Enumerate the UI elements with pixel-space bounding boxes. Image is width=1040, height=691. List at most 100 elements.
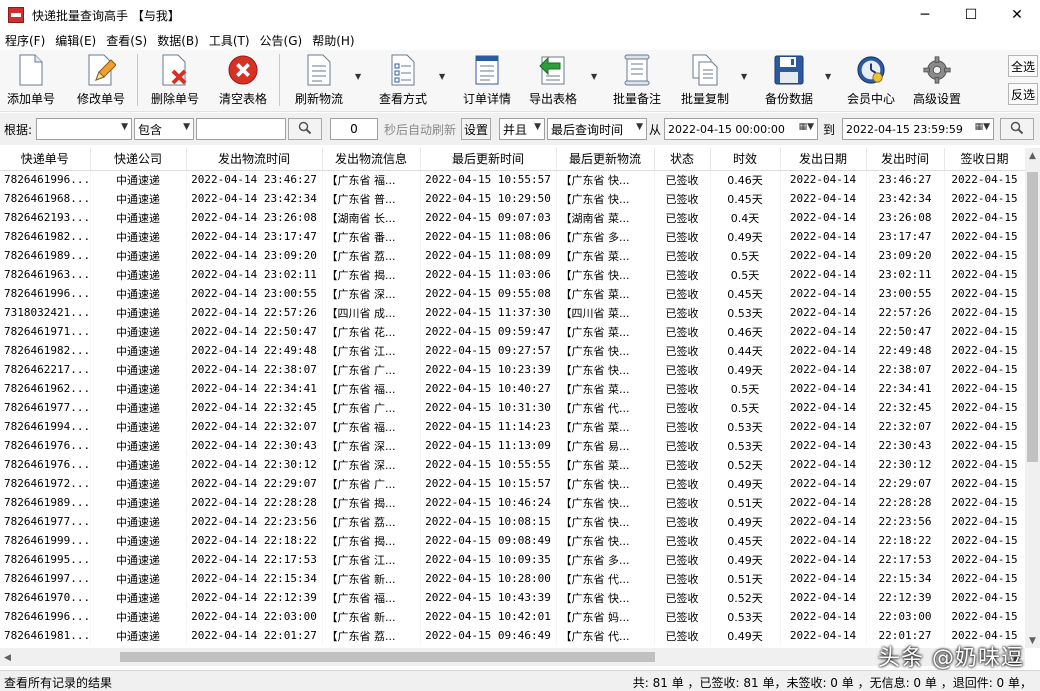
- table-row[interactable]: 7826461996... 中通速递 2022-04-14 23:46:27 【广东省…: [0, 170, 1025, 189]
- horizontal-scrollbar[interactable]: ◀ ▶: [0, 648, 1025, 666]
- table-row[interactable]: 7826461999... 中通速递 2022-04-14 22:18:22 【广东省…: [0, 531, 1025, 550]
- window-title: 快递批量查询高手 【与我】: [32, 8, 180, 23]
- from-date-picker[interactable]: 2022-04-15 00:00:00 ▦▼: [664, 118, 818, 140]
- table-cell: 0.49天: [710, 512, 781, 531]
- table-row[interactable]: 7826461995... 中通速递 2022-04-14 22:17:53 【广东省…: [0, 550, 1025, 569]
- table-row[interactable]: 7826461968... 中通速递 2022-04-14 23:42:34 【广东省…: [0, 189, 1025, 208]
- table-cell: 2022-04-15: [944, 208, 1025, 227]
- order-detail-button[interactable]: 订单详情: [460, 54, 514, 108]
- scroll-up-icon[interactable]: ▲: [1025, 148, 1040, 163]
- to-date-picker[interactable]: 2022-04-15 23:59:59 ▦▼: [842, 118, 994, 140]
- table-cell: 2022-04-15: [944, 512, 1025, 531]
- table-row[interactable]: 7826461982... 中通速递 2022-04-14 23:17:47 【广东省…: [0, 227, 1025, 246]
- table-row[interactable]: 7318032421... 中通速递 2022-04-14 22:57:26 【四川省…: [0, 303, 1025, 322]
- refresh-seconds-input[interactable]: 0: [330, 118, 378, 140]
- delete-number-button[interactable]: 删除单号: [148, 54, 202, 108]
- table-row[interactable]: 7826461970... 中通速递 2022-04-14 22:12:39 【广东省…: [0, 588, 1025, 607]
- table-row[interactable]: 7826461977... 中通速递 2022-04-14 22:23:56 【广东省…: [0, 512, 1025, 531]
- invert-select-button[interactable]: 反选: [1008, 83, 1038, 105]
- export-table-button[interactable]: 导出表格: [526, 54, 580, 108]
- table-cell: 2022-04-14 22:12:39: [186, 588, 323, 607]
- column-header[interactable]: 最后更新时间: [420, 148, 557, 171]
- table-row[interactable]: 7826461994... 中通速递 2022-04-14 22:32:07 【广东省…: [0, 417, 1025, 436]
- column-header[interactable]: 发出日期: [780, 148, 867, 171]
- app-logo-icon: [8, 7, 24, 23]
- column-header[interactable]: 发出物流时间: [186, 148, 323, 171]
- filter-field-select[interactable]: ▼: [36, 118, 132, 140]
- member-center-button[interactable]: 会员中心: [844, 54, 898, 108]
- table-row[interactable]: 7826461996... 中通速递 2022-04-14 22:03:00 【广东省…: [0, 607, 1025, 626]
- column-header[interactable]: 签收日期: [944, 148, 1025, 171]
- batch-copy-button[interactable]: 批量复制: [678, 54, 732, 108]
- add-number-button[interactable]: 添加单号: [4, 54, 58, 108]
- table-cell: 已签收: [654, 493, 711, 512]
- table-row[interactable]: 7826461989... 中通速递 2022-04-14 22:28:28 【广东省…: [0, 493, 1025, 512]
- settings-button[interactable]: 设置: [461, 118, 491, 140]
- table-row[interactable]: 7826462217... 中通速递 2022-04-14 22:38:07 【广东省…: [0, 360, 1025, 379]
- table-row[interactable]: 7826461962... 中通速递 2022-04-14 22:34:41 【广东省…: [0, 379, 1025, 398]
- table-row[interactable]: 7826461976... 中通速递 2022-04-14 22:30:12 【广东省…: [0, 455, 1025, 474]
- column-header[interactable]: 状态: [654, 148, 711, 171]
- select-all-button[interactable]: 全选: [1008, 55, 1038, 77]
- column-header[interactable]: 快递单号: [0, 148, 91, 171]
- column-header[interactable]: 发出时间: [866, 148, 945, 171]
- vertical-scrollbar[interactable]: ▲ ▼: [1025, 148, 1040, 648]
- menu-view[interactable]: 查看(S): [101, 32, 152, 49]
- search-button[interactable]: [288, 118, 322, 140]
- table-cell: 2022-04-14 22:30:43: [186, 436, 323, 455]
- table-row[interactable]: 7826461963... 中通速递 2022-04-14 23:02:11 【广东省…: [0, 265, 1025, 284]
- menu-help[interactable]: 帮助(H): [307, 32, 359, 49]
- date-search-button[interactable]: [1000, 118, 1034, 140]
- edit-number-button[interactable]: 修改单号: [74, 54, 128, 108]
- maximize-button[interactable]: ☐: [948, 0, 994, 30]
- table-cell: 7826461976...: [0, 455, 91, 474]
- backup-data-button[interactable]: 备份数据: [762, 54, 816, 108]
- table-row[interactable]: 7826461981... 中通速递 2022-04-14 22:01:27 【广东省…: [0, 626, 1025, 645]
- menu-tools[interactable]: 工具(T): [204, 32, 255, 49]
- chevron-down-icon[interactable]: ▼: [439, 72, 445, 81]
- menu-edit[interactable]: 编辑(E): [50, 32, 101, 49]
- clear-table-button[interactable]: 清空表格: [216, 54, 270, 108]
- column-header[interactable]: 发出物流信息: [322, 148, 421, 171]
- results-table[interactable]: 快递单号 快递公司 发出物流时间 发出物流信息 最后更新时间 最后更新物流 状态 时效 发出日期…: [0, 148, 1025, 648]
- batch-note-button[interactable]: 批量备注: [610, 54, 664, 108]
- table-row[interactable]: 7826461972... 中通速递 2022-04-14 22:29:07 【广东省…: [0, 474, 1025, 493]
- keyword-input[interactable]: [196, 118, 286, 140]
- gear-icon: [922, 54, 952, 86]
- scroll-down-icon[interactable]: ▼: [1025, 633, 1040, 648]
- chevron-down-icon[interactable]: ▼: [825, 72, 831, 81]
- table-cell: 2022-04-15 11:08:09: [420, 246, 557, 265]
- table-row[interactable]: 7826462193... 中通速递 2022-04-14 23:26:08 【湖南省…: [0, 208, 1025, 227]
- table-row[interactable]: 7826461982... 中通速递 2022-04-14 22:49:48 【广东省…: [0, 341, 1025, 360]
- table-row[interactable]: 7826461971... 中通速递 2022-04-14 22:50:47 【广东省…: [0, 322, 1025, 341]
- table-cell: 中通速递: [90, 455, 187, 474]
- table-row[interactable]: 7826461996... 中通速递 2022-04-14 23:00:55 【广东省…: [0, 284, 1025, 303]
- menu-program[interactable]: 程序(F): [0, 32, 50, 49]
- advanced-settings-button[interactable]: 高级设置: [910, 54, 964, 108]
- view-mode-button[interactable]: 查看方式: [376, 54, 430, 108]
- table-cell: 2022-04-15: [944, 341, 1025, 360]
- chevron-down-icon[interactable]: ▼: [591, 72, 597, 81]
- table-row[interactable]: 7826461977... 中通速递 2022-04-14 22:32:45 【广东省…: [0, 398, 1025, 417]
- menu-data[interactable]: 数据(B): [152, 32, 204, 49]
- vertical-scroll-thumb[interactable]: [1027, 172, 1038, 462]
- table-cell: 【广东省 代...: [556, 398, 655, 417]
- scroll-left-icon[interactable]: ◀: [0, 650, 15, 665]
- time-field-select[interactable]: 最后查询时间 ▼: [547, 118, 647, 140]
- column-header[interactable]: 快递公司: [90, 148, 187, 171]
- table-cell: 7826461971...: [0, 322, 91, 341]
- chevron-down-icon[interactable]: ▼: [741, 72, 747, 81]
- horizontal-scroll-thumb[interactable]: [120, 652, 655, 662]
- match-mode-select[interactable]: 包含 ▼: [134, 118, 194, 140]
- refresh-logistics-button[interactable]: 刷新物流: [292, 54, 346, 108]
- minimize-button[interactable]: ─: [902, 0, 948, 30]
- close-button[interactable]: ✕: [994, 0, 1040, 30]
- chevron-down-icon[interactable]: ▼: [355, 72, 361, 81]
- logic-select[interactable]: 并且 ▼: [499, 118, 545, 140]
- table-row[interactable]: 7826461997... 中通速递 2022-04-14 22:15:34 【广东省…: [0, 569, 1025, 588]
- table-row[interactable]: 7826461976... 中通速递 2022-04-14 22:30:43 【广东省…: [0, 436, 1025, 455]
- table-row[interactable]: 7826461989... 中通速递 2022-04-14 23:09:20 【广东省…: [0, 246, 1025, 265]
- column-header[interactable]: 最后更新物流: [556, 148, 655, 171]
- menu-notice[interactable]: 公告(G): [255, 32, 308, 49]
- column-header[interactable]: 时效: [710, 148, 781, 171]
